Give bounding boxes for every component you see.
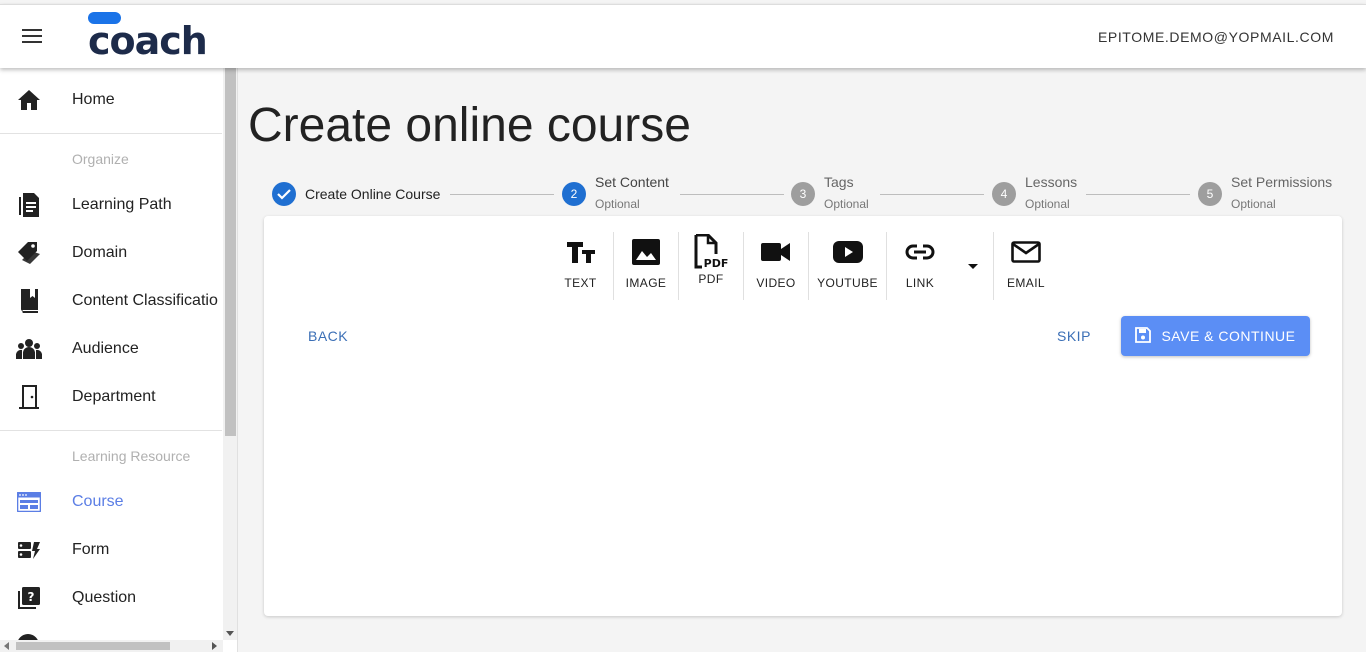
book-icon — [16, 288, 42, 314]
tool-label: TEXT — [564, 276, 597, 290]
sidebar: Home Organize Learning Path Domain Conte… — [0, 68, 238, 652]
link-icon — [905, 232, 935, 272]
question-icon: ? — [16, 585, 42, 611]
home-icon — [16, 87, 42, 113]
step-number: 2 — [562, 182, 586, 206]
step-connector — [880, 194, 984, 195]
door-icon — [16, 384, 42, 410]
svg-text:PDF: PDF — [704, 257, 729, 270]
video-camera-icon — [761, 232, 791, 272]
course-stepper: Create Online Course 2 Set Content Optio… — [270, 170, 1342, 216]
group-icon — [16, 336, 42, 362]
sidebar-item-label: Department — [72, 388, 156, 405]
course-icon — [16, 489, 42, 515]
sidebar-item-course[interactable]: Course — [0, 480, 222, 524]
step-connector — [450, 194, 554, 195]
step-number: 4 — [992, 182, 1016, 206]
tool-label: PDF — [698, 272, 724, 286]
scrollbar-thumb[interactable] — [225, 68, 236, 436]
link-button[interactable]: LINK — [887, 232, 953, 300]
step-title: Tags — [824, 174, 854, 190]
more-options-dropdown[interactable] — [953, 232, 994, 300]
step-title: Create Online Course — [305, 186, 441, 202]
sidebar-item-form[interactable]: Form — [0, 528, 222, 572]
user-email[interactable]: EPITOME.DEMO@YOPMAIL.COM — [1098, 29, 1334, 45]
step-subtitle: Optional — [824, 197, 869, 211]
step-title: Set Permissions — [1231, 174, 1333, 190]
sidebar-item-domain[interactable]: Domain — [0, 231, 222, 275]
step-subtitle: Optional — [1231, 197, 1276, 211]
check-icon — [272, 182, 296, 206]
sidebar-item-label: Domain — [72, 244, 128, 261]
tool-label: LINK — [905, 276, 935, 290]
skip-button[interactable]: SKIP — [1057, 328, 1091, 344]
top-app-bar: coach EPITOME.DEMO@YOPMAIL.COM — [0, 4, 1366, 68]
sidebar-item-learning-path[interactable]: Learning Path — [0, 183, 222, 227]
sidebar-item-label: Learning Path — [72, 196, 172, 213]
text-format-icon — [566, 232, 596, 272]
youtube-button[interactable]: YOUTUBE — [809, 232, 887, 300]
sidebar-item-label: Content Classificatio — [72, 292, 218, 309]
scroll-down-arrow-icon[interactable] — [226, 631, 234, 636]
sidebar-section-organize: Organize — [72, 151, 129, 167]
email-icon — [1011, 232, 1041, 272]
sidebar-item-home[interactable]: Home — [0, 78, 222, 122]
scrollbar-thumb[interactable] — [16, 642, 170, 650]
sidebar-horizontal-scrollbar[interactable] — [0, 640, 223, 652]
sidebar-item-label: Audience — [72, 340, 139, 357]
content-card: TEXT IMAGE PDF PDF VIDEO YOUTUBE LINK EM… — [264, 216, 1342, 616]
tool-label: YOUTUBE — [817, 276, 878, 290]
tool-label: EMAIL — [1006, 276, 1045, 290]
page-title: Create online course — [248, 99, 691, 152]
pdf-button[interactable]: PDF PDF — [679, 232, 744, 300]
text-button[interactable]: TEXT — [548, 232, 614, 300]
tag-icon — [16, 240, 42, 266]
step-number: 3 — [791, 182, 815, 206]
step-subtitle: Optional — [1025, 197, 1070, 211]
document-icon — [16, 192, 42, 218]
sidebar-item-label: Course — [72, 493, 124, 510]
sidebar-vertical-scrollbar[interactable] — [223, 68, 237, 640]
logo-text: coach — [88, 19, 208, 63]
image-button[interactable]: IMAGE — [614, 232, 679, 300]
tool-label: VIDEO — [756, 276, 796, 290]
sidebar-divider — [0, 430, 222, 431]
content-type-toolbar: TEXT IMAGE PDF PDF VIDEO YOUTUBE LINK EM… — [548, 232, 1058, 300]
step-connector — [680, 194, 784, 195]
menu-icon[interactable] — [22, 29, 42, 43]
form-icon — [16, 537, 42, 563]
save-continue-label: SAVE & CONTINUE — [1161, 328, 1296, 344]
pdf-file-icon: PDF — [693, 232, 729, 272]
step-title: Lessons — [1025, 174, 1078, 190]
svg-text:?: ? — [28, 590, 35, 604]
sidebar-item-label: Home — [72, 91, 115, 108]
video-button[interactable]: VIDEO — [744, 232, 809, 300]
sidebar-item-question[interactable]: ? Question — [0, 576, 222, 620]
step-number: 5 — [1198, 182, 1222, 206]
youtube-icon — [832, 232, 863, 272]
scroll-left-arrow-icon[interactable] — [4, 642, 9, 650]
sidebar-section-learning-resource: Learning Resource — [72, 448, 191, 464]
step-title: Set Content — [595, 174, 669, 190]
sidebar-item-audience[interactable]: Audience — [0, 327, 222, 371]
sidebar-item-label: Question — [72, 589, 137, 606]
sidebar-item-content-classification[interactable]: Content Classificatio — [0, 279, 222, 323]
sidebar-divider — [0, 133, 222, 134]
save-continue-button[interactable]: SAVE & CONTINUE — [1121, 316, 1310, 356]
save-icon — [1135, 326, 1152, 346]
tool-label: IMAGE — [625, 276, 667, 290]
email-button[interactable]: EMAIL — [994, 232, 1058, 300]
app-logo[interactable]: coach — [88, 11, 208, 67]
sidebar-item-label: Form — [72, 541, 110, 558]
step-connector — [1086, 194, 1190, 195]
scroll-right-arrow-icon[interactable] — [212, 642, 217, 650]
step-subtitle: Optional — [595, 197, 640, 211]
dropdown-arrow-icon — [968, 263, 978, 269]
back-button[interactable]: BACK — [308, 328, 348, 344]
sidebar-item-department[interactable]: Department — [0, 375, 222, 419]
image-icon — [632, 232, 660, 272]
